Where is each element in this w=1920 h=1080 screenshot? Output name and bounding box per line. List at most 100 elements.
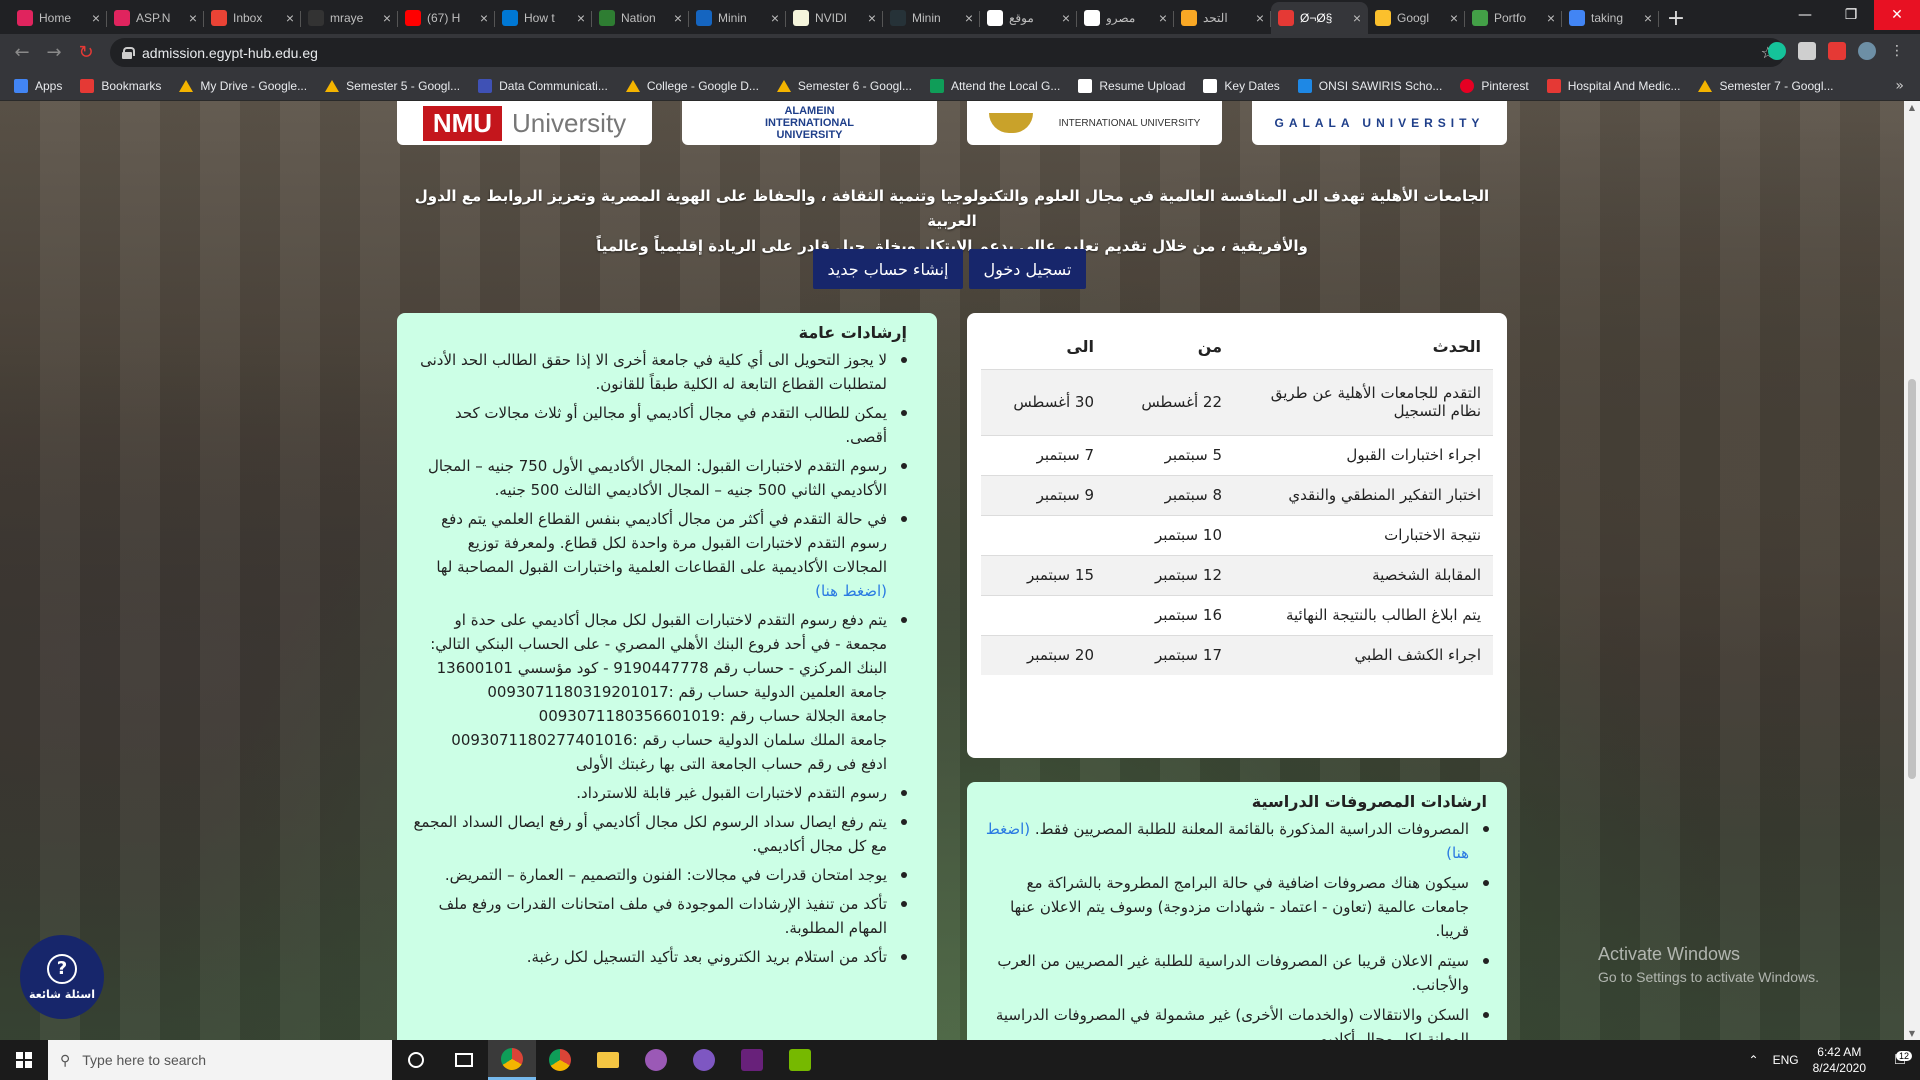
bookmark-item[interactable]: Semester 5 - Googl... [325, 79, 460, 93]
new-tab-button[interactable]: + [1659, 2, 1693, 34]
tab-close-icon[interactable]: × [674, 10, 682, 26]
taskbar-search-box[interactable]: ⚲ Type here to search [48, 1040, 392, 1080]
menu-kebab-icon[interactable]: ⋮ [1888, 42, 1906, 60]
link-icon [1546, 78, 1561, 93]
bookmark-item[interactable]: Key Dates [1203, 78, 1280, 93]
url-text[interactable]: admission.egypt-hub.edu.eg [142, 45, 318, 61]
tab-close-icon[interactable]: × [189, 10, 197, 26]
bookmark-item[interactable]: Bookmarks [80, 78, 161, 93]
browser-tab[interactable]: Minin × [883, 2, 980, 34]
minimize-button[interactable]: — [1782, 0, 1828, 30]
tab-close-icon[interactable]: × [1159, 10, 1167, 26]
bookmark-item[interactable]: Semester 7 - Googl... [1698, 79, 1834, 93]
browser-tab[interactable]: mraye × [301, 2, 398, 34]
bookmark-item[interactable]: My Drive - Google... [179, 79, 307, 93]
bookmark-item[interactable]: Hospital And Medic... [1546, 78, 1680, 93]
scroll-down-arrow-icon[interactable]: ▼ [1904, 1029, 1920, 1038]
faq-button[interactable]: ? اسئلة شائعة [20, 935, 104, 1019]
tab-close-icon[interactable]: × [965, 10, 973, 26]
tab-favicon-icon [1375, 10, 1391, 26]
extension-icon[interactable] [1798, 42, 1816, 60]
browser-tab[interactable]: التحد × [1174, 2, 1271, 34]
browser-tab[interactable]: مصرو × [1077, 2, 1174, 34]
tab-close-icon[interactable]: × [577, 10, 585, 26]
language-indicator[interactable]: ENG [1773, 1053, 1799, 1067]
reload-icon[interactable]: ↻ [70, 42, 102, 63]
cortana-icon[interactable] [392, 1040, 440, 1080]
visual-studio-icon[interactable] [728, 1040, 776, 1080]
page-scrollbar[interactable]: ▲ ▼ [1904, 101, 1920, 1040]
bookmark-item[interactable]: Pinterest [1460, 78, 1529, 93]
login-button[interactable]: تسجيل دخول [969, 249, 1086, 289]
close-window-button[interactable]: ✕ [1874, 0, 1920, 30]
browser-tab[interactable]: Inbox × [204, 2, 301, 34]
tab-title: ASP.N [136, 11, 171, 25]
profile-avatar-icon[interactable] [1858, 42, 1876, 60]
puzzle-extension-icon[interactable] [1828, 42, 1846, 60]
address-bar[interactable]: admission.egypt-hub.edu.eg ☆ [110, 38, 1785, 67]
browser-tab[interactable]: Ø¬Ø§ × [1271, 2, 1368, 34]
chevron-up-icon[interactable]: ⌃ [1749, 1053, 1759, 1067]
browser-tab[interactable]: (67) H × [398, 2, 495, 34]
bookmark-item[interactable]: Attend the Local G... [929, 78, 1060, 93]
alamein-university-logo[interactable]: ALAMEIN INTERNATIONAL UNIVERSITY [682, 101, 937, 145]
scroll-up-arrow-icon[interactable]: ▲ [1904, 103, 1920, 112]
windows-logo-icon [16, 1052, 32, 1068]
browser-tab[interactable]: How t × [495, 2, 592, 34]
tab-close-icon[interactable]: × [1450, 10, 1458, 26]
bookmark-item[interactable]: College - Google D... [625, 79, 759, 93]
tab-close-icon[interactable]: × [1547, 10, 1555, 26]
bookmarks-overflow-button[interactable]: » [1895, 78, 1904, 94]
purple-app-icon[interactable] [632, 1040, 680, 1080]
grammarly-extension-icon[interactable] [1768, 42, 1786, 60]
register-button[interactable]: إنشاء حساب جديد [813, 249, 963, 289]
browser-tab[interactable]: Home × [10, 2, 107, 34]
browser-tab[interactable]: NVIDI × [786, 2, 883, 34]
schedule-cell-from: 17 سبتمبر [1106, 634, 1234, 675]
chrome-taskbar-icon[interactable] [488, 1040, 536, 1080]
browser-tab[interactable]: Nation × [592, 2, 689, 34]
file-explorer-icon[interactable] [584, 1040, 632, 1080]
task-view-icon[interactable] [440, 1040, 488, 1080]
browser-tab[interactable]: taking × [1562, 2, 1659, 34]
chrome-profile-taskbar-icon[interactable] [536, 1040, 584, 1080]
notification-icon[interactable]: □ 12 [1880, 1051, 1920, 1069]
bookmark-item[interactable]: Apps [14, 78, 62, 93]
tab-close-icon[interactable]: × [92, 10, 100, 26]
browser-tab[interactable]: ASP.N × [107, 2, 204, 34]
schedule-row: اجراء الكشف الطبي 17 سبتمبر 20 سبتمبر [981, 634, 1493, 675]
bookmark-item[interactable]: Semester 6 - Googl... [776, 79, 912, 93]
guideline-link[interactable]: (اضغط هنا) [815, 582, 887, 600]
nmu-university-logo[interactable]: NMU University [397, 101, 652, 145]
video-app-icon[interactable] [680, 1040, 728, 1080]
restore-button[interactable]: ❐ [1828, 0, 1874, 30]
browser-tab[interactable]: Portfo × [1465, 2, 1562, 34]
browser-tab[interactable]: Minin × [689, 2, 786, 34]
tab-close-icon[interactable]: × [771, 10, 779, 26]
tab-close-icon[interactable]: × [383, 10, 391, 26]
clock[interactable]: 6:42 AM 8/24/2020 [1813, 1044, 1866, 1076]
back-icon[interactable]: ← [6, 42, 38, 63]
browser-tab[interactable]: Googl × [1368, 2, 1465, 34]
forward-icon[interactable]: → [38, 42, 70, 63]
tab-close-icon[interactable]: × [1353, 10, 1361, 26]
nvidia-icon[interactable] [776, 1040, 824, 1080]
bank-account-line: جامعة الجلالة حساب رقم :0093071180356601… [538, 707, 887, 725]
general-guidelines-card: إرشادات عامة لا يجوز التحويل الى أي كلية… [397, 313, 937, 1040]
bookmark-item[interactable]: ONSI SAWIRIS Scho... [1297, 78, 1442, 93]
tab-close-icon[interactable]: × [286, 10, 294, 26]
start-button[interactable] [0, 1040, 48, 1080]
galala-university-logo[interactable]: GALALA UNIVERSITY [1252, 101, 1507, 145]
bookmark-item[interactable]: Resume Upload [1078, 78, 1185, 93]
tab-close-icon[interactable]: × [1062, 10, 1070, 26]
bookmark-item[interactable]: Data Communicati... [478, 78, 608, 93]
scrollbar-thumb[interactable] [1908, 379, 1916, 779]
browser-tab[interactable]: موقع × [980, 2, 1077, 34]
tab-close-icon[interactable]: × [480, 10, 488, 26]
bookmark-icon [80, 78, 95, 93]
window-controls: — ❐ ✕ [1782, 0, 1920, 30]
tab-close-icon[interactable]: × [1256, 10, 1264, 26]
tab-close-icon[interactable]: × [1644, 10, 1652, 26]
king-salman-university-logo[interactable]: INTERNATIONAL UNIVERSITY [967, 101, 1222, 145]
tab-close-icon[interactable]: × [868, 10, 876, 26]
